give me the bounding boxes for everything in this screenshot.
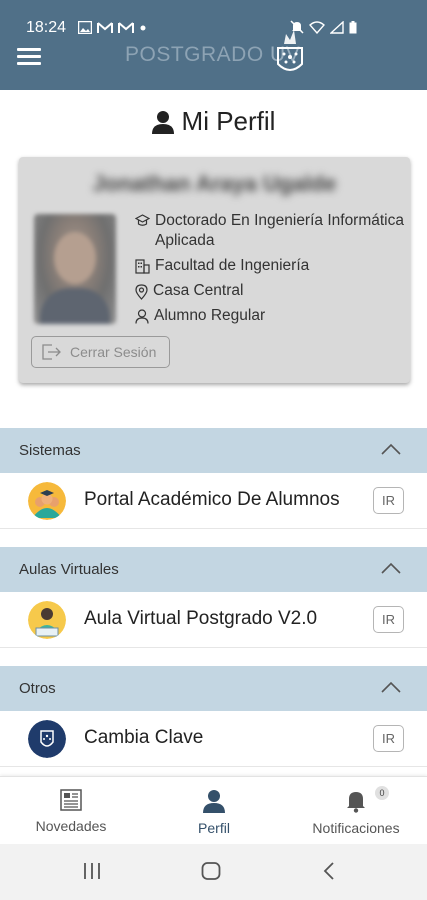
- system-navigation-bar: [0, 844, 427, 900]
- battery-icon: [349, 20, 357, 33]
- status-row: Alumno Regular: [135, 306, 405, 326]
- page-title-container: Mi Perfil: [0, 106, 427, 137]
- section-title: Aulas Virtuales: [19, 561, 119, 578]
- notification-icons: [78, 21, 147, 34]
- item-label: Cambia Clave: [84, 727, 204, 748]
- nav-notifications[interactable]: 0 Notificaciones: [306, 786, 406, 836]
- mail-icon: [97, 21, 113, 33]
- notification-count-badge: 0: [375, 786, 389, 800]
- signal-icon: [330, 20, 344, 34]
- section-title: Otros: [19, 680, 56, 697]
- menu-icon[interactable]: [17, 48, 41, 66]
- logout-label: Cerrar Sesión: [70, 344, 157, 360]
- chevron-up-icon: [381, 681, 401, 693]
- person-icon: [135, 309, 149, 324]
- bottom-navigation: Novedades Perfil 0 Notificaciones: [0, 776, 427, 844]
- logout-button[interactable]: Cerrar Sesión: [31, 336, 170, 368]
- user-icon: [151, 110, 174, 134]
- page-title: Mi Perfil: [181, 106, 276, 136]
- item-label: Portal Académico De Alumnos: [84, 489, 340, 510]
- nav-news-label: Novedades: [35, 818, 107, 834]
- building-icon: [135, 259, 150, 274]
- program-text: Doctorado En Ingeniería Informática Apli…: [155, 212, 404, 249]
- nav-profile[interactable]: Perfil: [190, 789, 238, 836]
- status-text: Alumno Regular: [154, 307, 266, 324]
- chevron-up-icon: [381, 443, 401, 455]
- mail-icon: [118, 21, 134, 33]
- go-button[interactable]: IR: [373, 487, 404, 514]
- faculty-text: Facultad de Ingeniería: [155, 257, 310, 274]
- uv-shield-icon: [28, 720, 66, 758]
- go-button[interactable]: IR: [373, 606, 404, 633]
- profile-info: Doctorado En Ingeniería Informática Apli…: [135, 211, 405, 331]
- uv-crest-icon: [277, 30, 303, 71]
- campus-row: Casa Central: [135, 281, 405, 301]
- item-label: Aula Virtual Postgrado V2.0: [84, 608, 318, 629]
- section-aulas-virtuales[interactable]: Aulas Virtuales: [0, 547, 427, 592]
- program-row: Doctorado En Ingeniería Informática Apli…: [135, 211, 405, 251]
- back-icon[interactable]: [322, 862, 336, 880]
- user-icon: [203, 790, 225, 813]
- profile-card: Jonathan Araya Ugalde Doctorado En Ingen…: [19, 157, 410, 383]
- virtual-classroom-icon: [28, 601, 66, 639]
- dot-icon: [140, 25, 146, 30]
- status-bar: 18:24: [0, 16, 427, 42]
- section-otros[interactable]: Otros: [0, 666, 427, 711]
- newspaper-icon: [60, 789, 82, 811]
- section-title: Sistemas: [19, 442, 81, 459]
- nav-news[interactable]: Novedades: [33, 789, 109, 834]
- go-button[interactable]: IR: [373, 725, 404, 752]
- home-icon[interactable]: [201, 862, 221, 880]
- wifi-icon: [309, 20, 325, 34]
- logout-icon: [42, 344, 61, 360]
- user-name: Jonathan Araya Ugalde: [92, 171, 337, 196]
- nav-profile-label: Perfil: [198, 820, 230, 836]
- app-header: 18:24 POSTGRADO UV: [0, 0, 427, 90]
- list-item-cambia-clave[interactable]: Cambia Clave IR: [0, 711, 427, 767]
- chevron-up-icon: [381, 562, 401, 574]
- graduation-cap-icon: [135, 214, 150, 226]
- campus-text: Casa Central: [153, 282, 244, 299]
- list-item-portal-academico[interactable]: Portal Académico De Alumnos IR: [0, 473, 427, 529]
- faculty-row: Facultad de Ingeniería: [135, 256, 405, 276]
- location-pin-icon: [135, 284, 148, 300]
- graduation-students-icon: [28, 482, 66, 520]
- section-sistemas[interactable]: Sistemas: [0, 428, 427, 473]
- nav-notifications-label: Notificaciones: [312, 820, 400, 836]
- list-item-aula-virtual[interactable]: Aula Virtual Postgrado V2.0 IR: [0, 592, 427, 648]
- avatar: [34, 214, 116, 324]
- status-time: 18:24: [26, 19, 67, 36]
- recent-apps-icon[interactable]: [82, 862, 102, 880]
- bell-icon: [347, 792, 365, 813]
- gallery-icon: [78, 21, 92, 34]
